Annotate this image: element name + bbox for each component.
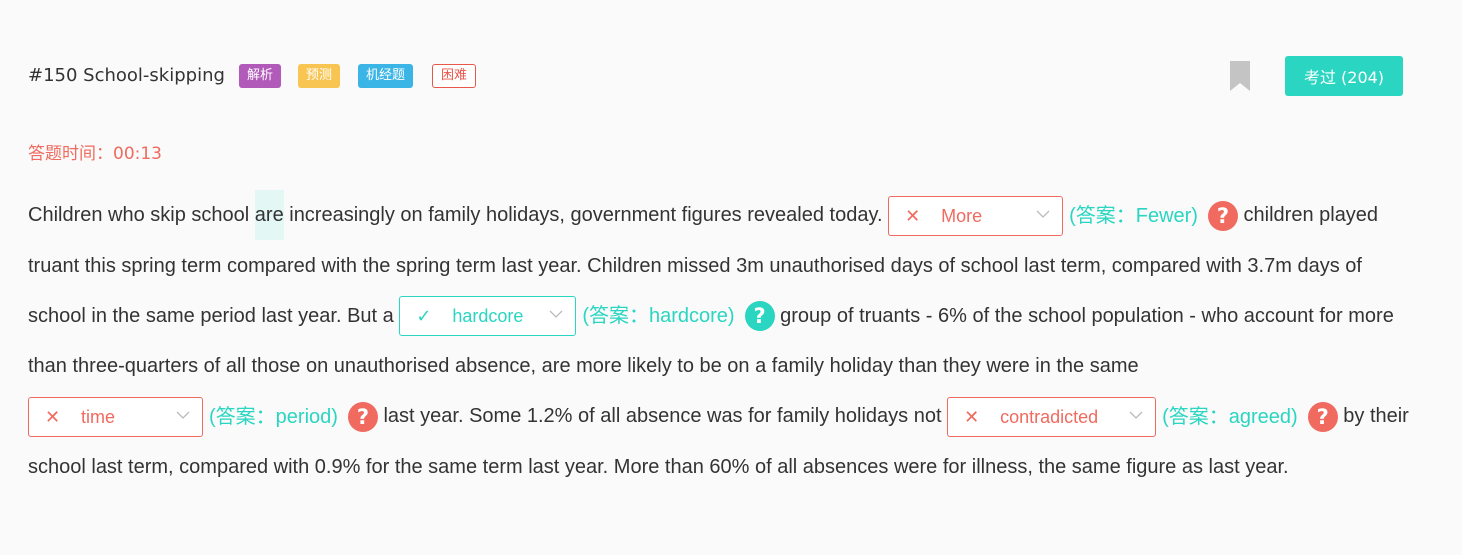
- wrong-icon: ✕: [964, 407, 980, 428]
- blank-1-select[interactable]: ✕ More: [888, 195, 1064, 236]
- blank-4-answer: (答案：agreed): [1162, 406, 1298, 429]
- tag-difficulty: 困难: [432, 64, 477, 88]
- wrong-icon: ✕: [905, 205, 921, 226]
- tag-prediction[interactable]: 预测: [298, 64, 341, 88]
- help-icon[interactable]: ?: [347, 402, 378, 433]
- blank-4-select[interactable]: ✕ contradicted: [947, 397, 1157, 438]
- blank-4-selected: contradicted: [1000, 407, 1099, 428]
- blank-2-answer: (答案：hardcore): [582, 305, 735, 328]
- question-header: #150 School-skipping 解析 预测 机经题 困难 考过 (20…: [28, 56, 1403, 96]
- chevron-down-icon: [1036, 210, 1050, 218]
- check-icon: ✓: [416, 306, 432, 327]
- chevron-down-icon: [1129, 411, 1143, 420]
- blank-3-select[interactable]: ✕ time: [28, 397, 203, 438]
- tag-machine-question[interactable]: 机经题: [358, 64, 414, 88]
- blank-3-answer: (答案：period): [209, 406, 338, 429]
- chevron-down-icon: [176, 411, 190, 420]
- blank-1-selected: More: [941, 205, 983, 226]
- blank-1-answer: (答案：Fewer): [1069, 204, 1198, 227]
- help-icon[interactable]: ?: [1207, 200, 1238, 231]
- tag-analysis[interactable]: 解析: [239, 64, 282, 88]
- answer-timer: 答题时间：00:13: [28, 144, 162, 164]
- blank-2-selected: hardcore: [452, 306, 524, 327]
- help-icon[interactable]: ?: [744, 301, 775, 332]
- tested-count-button[interactable]: 考过 (204): [1285, 56, 1403, 96]
- passage-text: increasingly on family holidays, governm…: [283, 204, 883, 226]
- highlighted-word: are: [254, 190, 284, 240]
- passage-text: Children who skip school: [28, 204, 255, 226]
- blank-4: ✕ contradicted (答案：agreed)?: [947, 397, 1338, 438]
- blank-2-select[interactable]: ✓ hardcore: [399, 296, 577, 337]
- passage: Children who skip school are increasingl…: [28, 190, 1418, 492]
- blank-1: ✕ More (答案：Fewer)?: [888, 195, 1238, 236]
- blank-3-selected: time: [81, 407, 116, 428]
- question-title: #150 School-skipping: [28, 65, 225, 86]
- passage-text: last year. Some 1.2% of all absence was …: [377, 405, 948, 428]
- chevron-down-icon: [549, 310, 563, 319]
- wrong-icon: ✕: [45, 407, 61, 428]
- blank-3: ✕ time (答案：period)?: [28, 397, 378, 438]
- help-icon[interactable]: ?: [1307, 402, 1338, 433]
- bookmark-icon[interactable]: [1230, 61, 1250, 91]
- blank-2: ✓ hardcore (答案：hardcore)?: [399, 296, 775, 337]
